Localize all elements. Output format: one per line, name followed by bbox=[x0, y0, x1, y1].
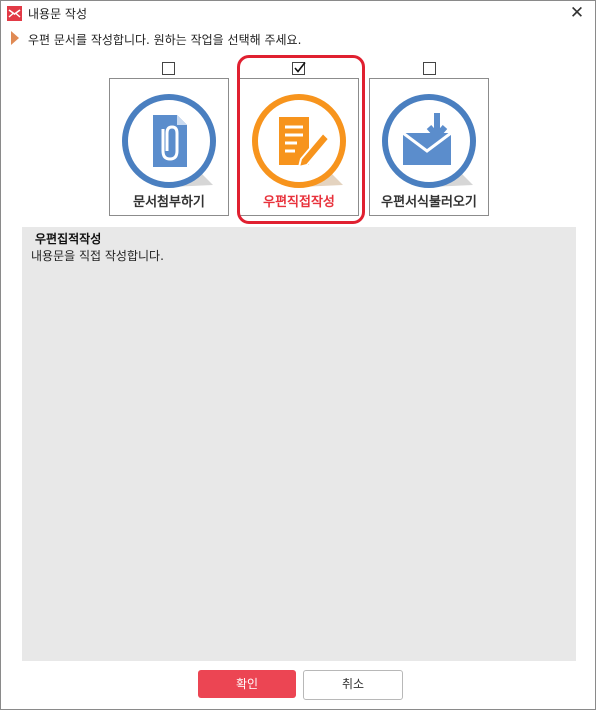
confirm-button[interactable]: 확인 bbox=[198, 670, 296, 698]
checkbox-direct-write[interactable] bbox=[292, 62, 306, 75]
checkbox-attach-document[interactable] bbox=[162, 62, 175, 75]
instruction-text: 우편 문서를 작성합니다. 원하는 작업을 선택해 주세요. bbox=[28, 33, 302, 47]
close-button[interactable]: ✕ bbox=[563, 2, 591, 26]
checkbox-load-template[interactable] bbox=[423, 62, 436, 75]
app-logo-icon bbox=[7, 6, 22, 21]
document-pencil-icon bbox=[252, 94, 346, 188]
envelope-arrow-icon bbox=[382, 94, 476, 188]
option-direct-write[interactable]: 우편직접작성 bbox=[239, 78, 359, 216]
window-title: 내용문 작성 bbox=[28, 7, 88, 21]
arrow-marker-icon bbox=[11, 31, 19, 45]
checkmark-icon bbox=[294, 62, 306, 73]
description-text: 내용문을 직접 작성합니다. bbox=[31, 249, 164, 263]
title-bar: 내용문 작성 ✕ bbox=[1, 1, 595, 27]
option-label: 우편직접작성 bbox=[263, 195, 335, 210]
option-load-template[interactable]: 우편서식불러오기 bbox=[369, 78, 489, 216]
description-panel: 우편집적작성 내용문을 직접 작성합니다. bbox=[22, 227, 576, 661]
cancel-button[interactable]: 취소 bbox=[303, 670, 403, 700]
option-label: 문서첨부하기 bbox=[133, 195, 205, 210]
option-attach-document[interactable]: 문서첨부하기 bbox=[109, 78, 229, 216]
dialog-window: 내용문 작성 ✕ 우편 문서를 작성합니다. 원하는 작업을 선택해 주세요. … bbox=[0, 0, 596, 710]
option-label: 우편서식불러오기 bbox=[381, 195, 477, 210]
paperclip-document-icon bbox=[122, 94, 216, 188]
description-title: 우편집적작성 bbox=[35, 232, 102, 246]
